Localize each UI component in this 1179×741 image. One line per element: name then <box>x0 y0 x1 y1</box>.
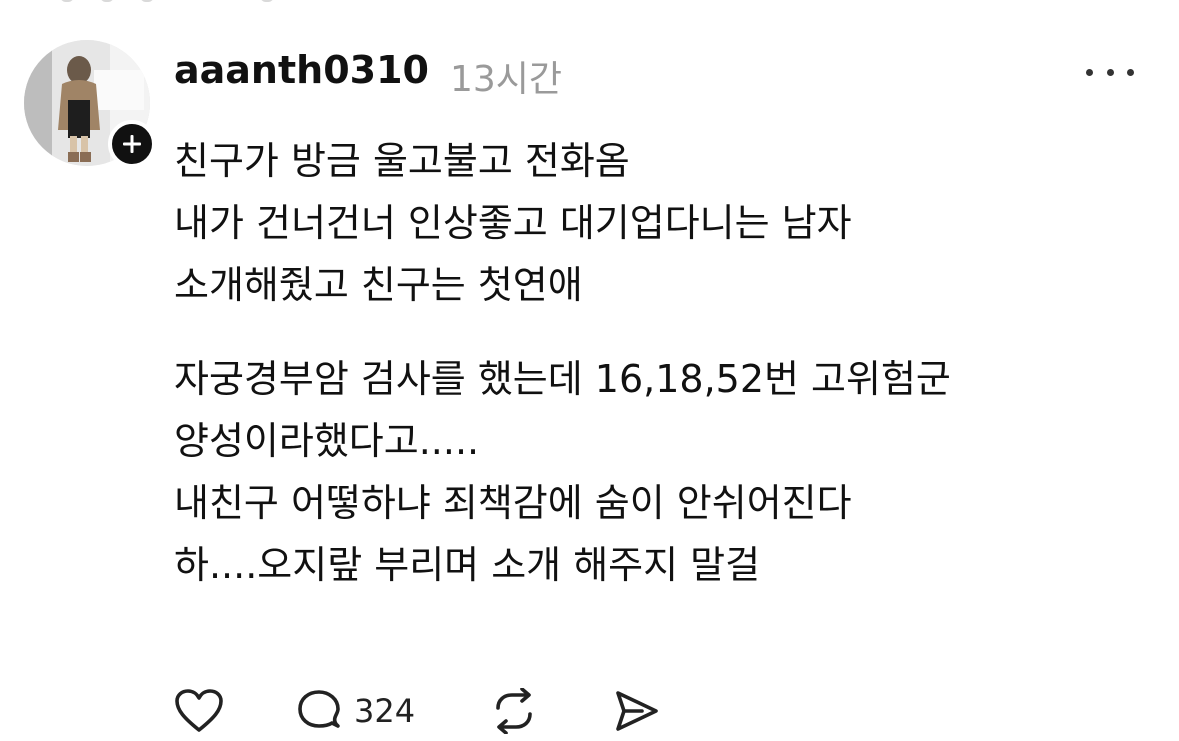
follow-button[interactable] <box>108 120 156 168</box>
more-dot <box>1127 68 1134 76</box>
more-dots-icon <box>1086 68 1093 76</box>
share-button[interactable] <box>612 686 660 736</box>
avatar-container[interactable] <box>24 40 156 168</box>
reply-button[interactable]: 324 <box>296 686 415 736</box>
reply-count: 324 <box>354 692 416 730</box>
post-text-line: 하....오지랖 부리며 소개 해주지 말걸 <box>174 543 761 587</box>
post-text-line: 양성이라했다고..... <box>174 419 480 463</box>
heart-icon <box>175 689 223 732</box>
post-body: 친구가 방금 울고불고 전화옴 내가 건너건너 인상좋고 대기업다니는 남자 소… <box>174 130 1164 596</box>
post-text-line: 친구가 방금 울고불고 전화옴 <box>174 139 630 183</box>
send-icon <box>616 691 658 731</box>
repost-icon <box>496 688 532 734</box>
speech-bubble-icon <box>298 690 340 728</box>
more-options-button[interactable] <box>1086 60 1134 84</box>
post-text-line: 자궁경부암 검사를 했는데 16,18,52번 고위험군 <box>174 357 951 401</box>
post-text-line: 소개해줬고 친구는 첫연애 <box>174 263 583 307</box>
more-dot <box>1106 68 1114 76</box>
post-text-line: 내가 건너건너 인상좋고 대기업다니는 남자 <box>174 201 852 245</box>
timestamp: 13시간 <box>450 59 563 100</box>
post-text-line: 내친구 어떻하냐 죄책감에 숨이 안쉬어진다 <box>174 481 852 525</box>
repost-button[interactable] <box>490 686 538 736</box>
like-button[interactable] <box>174 686 224 736</box>
previous-post-remnant <box>60 0 300 4</box>
plus-icon <box>123 135 141 153</box>
username[interactable]: aaanth0310 <box>174 48 429 92</box>
